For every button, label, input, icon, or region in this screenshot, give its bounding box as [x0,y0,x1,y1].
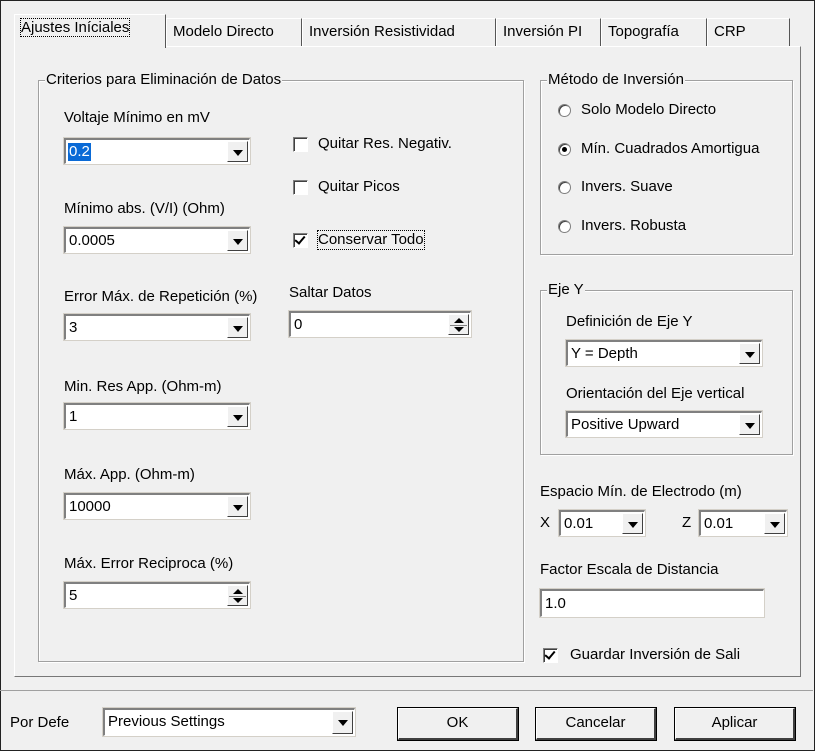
distance-scale-value: 1.0 [545,595,566,612]
min-abs-label: Mínimo abs. (V/I) (Ohm) [64,200,225,217]
min-abs-combo[interactable]: 0.0005 [63,226,251,254]
group-title: Criterios para Eliminación de Datos [45,71,283,89]
max-repeat-error-combo[interactable]: 3 [63,313,251,341]
check-icon[interactable] [543,648,558,663]
check-icon[interactable] [293,233,308,248]
chevron-down-icon[interactable] [227,317,248,338]
radio-dot[interactable] [558,143,571,156]
ok-button[interactable]: OK [397,707,519,741]
electrode-spacing-label: Espacio Mín. de Electrodo (m) [540,483,742,500]
min-res-app-value: 1 [69,408,78,425]
chevron-down-icon[interactable] [739,414,760,435]
radio-label: Invers. Robusta [581,217,687,234]
save-inversion-label: Guardar Inversión de Sali [570,646,741,663]
apply-button[interactable]: Aplicar [674,707,796,741]
max-repeat-error-label: Error Máx. de Repetición (%) [64,288,258,305]
max-app-value: 10000 [69,498,111,515]
chevron-down-icon[interactable] [622,513,643,534]
chevron-down-icon[interactable] [227,496,248,517]
chevron-down-icon[interactable] [739,343,760,364]
max-repeat-error-value: 3 [69,319,78,336]
group-title: Método de Inversión [547,71,685,89]
skip-data-label: Saltar Datos [289,284,372,301]
tab-topography[interactable]: Topografía [601,18,707,46]
chevron-down-icon[interactable] [764,513,785,534]
radio-label: Mín. Cuadrados Amortigua [581,140,760,157]
chevron-down-icon[interactable] [227,230,248,251]
y-axis-orientation-value: Positive Upward [571,416,680,433]
y-axis-definition-combo[interactable]: Y = Depth [565,339,763,367]
cancel-button[interactable]: Cancelar [535,707,657,741]
min-abs-value: 0.0005 [69,232,115,249]
y-axis-definition-value: Y = Depth [571,345,638,362]
electrode-x-label: X [540,514,551,531]
checkbox-box[interactable] [293,180,308,195]
y-axis-orientation-label: Orientación del Eje vertical [566,385,745,402]
skip-data-spinner[interactable]: 0 [288,310,472,338]
chevron-down-icon[interactable] [332,711,353,734]
electrode-z-value: 0.01 [704,515,734,532]
data-elimination-group: Criterios para Eliminación de Datos [38,71,524,662]
distance-scale-label: Factor Escala de Distancia [540,561,719,578]
electrode-x-value: 0.01 [564,515,594,532]
distance-scale-input[interactable]: 1.0 [539,588,765,618]
min-voltage-combo[interactable]: 0.2 [63,137,251,165]
min-res-app-combo[interactable]: 1 [63,402,251,430]
radio-dot[interactable] [558,104,571,117]
remove-peaks-label: Quitar Picos [318,178,400,195]
y-axis-orientation-combo[interactable]: Positive Upward [565,410,763,438]
skip-data-value: 0 [294,316,303,333]
default-label: Por Defe [10,714,70,731]
max-reciprocal-error-label: Máx. Error Reciproca (%) [64,555,234,572]
tab-forward-model[interactable]: Modelo Directo [166,18,302,46]
group-title: Eje Y [547,281,585,299]
chevron-down-icon[interactable] [227,141,248,162]
electrode-x-combo[interactable]: 0.01 [558,509,646,537]
electrode-z-combo[interactable]: 0.01 [698,509,788,537]
preset-value: Previous Settings [108,713,225,730]
max-app-label: Máx. App. (Ohm-m) [64,466,195,483]
radio-dot[interactable] [558,220,571,233]
keep-all-label: Conservar Todo [317,230,425,250]
y-axis-definition-label: Definición de Eje Y [566,313,693,330]
spinner-arrows-icon[interactable] [227,585,248,606]
tab-resistivity-inversion[interactable]: Inversión Resistividad [302,18,496,46]
min-res-app-label: Min. Res App. (Ohm-m) [64,378,222,395]
radio-dot[interactable] [558,181,571,194]
tab-initial-settings[interactable]: Ajustes Iníciales [14,14,166,48]
max-reciprocal-error-value: 5 [69,587,78,604]
preset-combo[interactable]: Previous Settings [102,707,356,737]
radio-label: Solo Modelo Directo [581,101,717,118]
remove-negative-label: Quitar Res. Negativ. [318,135,452,152]
chevron-down-icon[interactable] [227,406,248,427]
radio-label: Invers. Suave [581,178,673,195]
max-reciprocal-error-spinner[interactable]: 5 [63,581,251,609]
footer-divider [0,690,813,691]
checkbox-box[interactable] [293,137,308,152]
min-voltage-value: 0.2 [68,143,91,161]
tab-crp[interactable]: CRP [707,18,790,46]
max-app-combo[interactable]: 10000 [63,492,251,520]
tab-ip-inversion[interactable]: Inversión PI [496,18,601,46]
electrode-z-label: Z [682,514,692,531]
min-voltage-label: Voltaje Mínimo en mV [64,109,210,126]
spinner-arrows-icon[interactable] [448,314,469,335]
